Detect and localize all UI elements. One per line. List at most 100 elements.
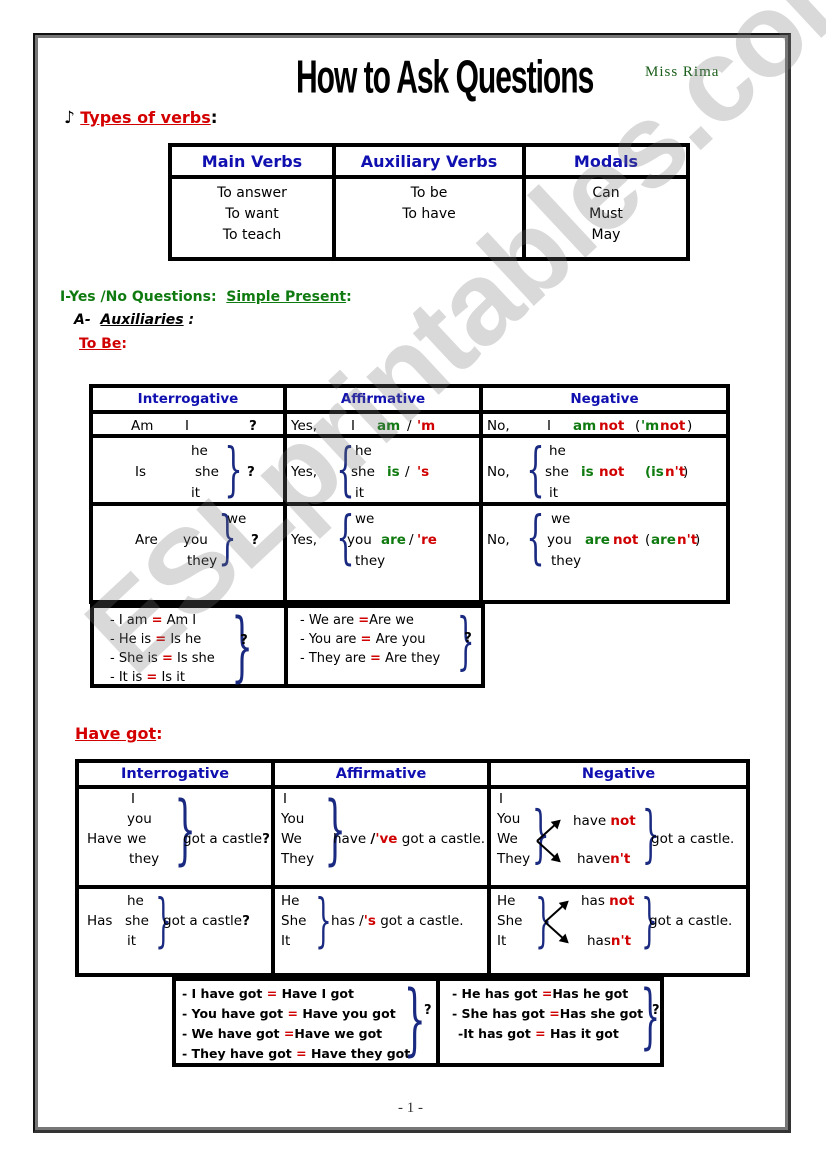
part-a-heading: A- Auxiliaries :	[74, 312, 194, 328]
paren-close: )	[683, 464, 689, 480]
inversion-line: - We are =Are we	[300, 613, 414, 628]
left-brace-icon: {	[526, 435, 545, 503]
subject: she	[351, 464, 375, 480]
colon: :	[156, 724, 163, 743]
full-form: is	[581, 464, 594, 480]
verb: Is	[135, 464, 147, 480]
types-of-verbs-heading: ♪ Types of verbs:	[64, 108, 218, 128]
music-note-icon: ♪	[64, 108, 75, 128]
right-brace-icon: }	[324, 784, 347, 873]
inversion-have: - I have got = Have I got - You have got…	[174, 979, 438, 1065]
subject: We	[497, 831, 518, 847]
short-are: are	[651, 532, 676, 548]
subject: they	[551, 553, 582, 569]
verb: Have	[87, 831, 122, 847]
question-mark: ?	[247, 464, 255, 480]
inversion-line: - It is = Is it	[110, 670, 185, 685]
short-form: 'm	[417, 418, 436, 434]
subject: you	[347, 532, 372, 548]
left-brace-icon: {	[526, 503, 545, 571]
list-item: To have	[402, 206, 456, 222]
short-not: not	[660, 418, 686, 434]
subject: he	[549, 443, 566, 459]
paren-open: (	[635, 418, 641, 434]
short-m: 'm	[641, 418, 660, 434]
list-item: To be	[410, 185, 448, 201]
have-got-label: Have got	[75, 724, 157, 743]
subject: It	[281, 933, 291, 949]
inversion-line: - He has got =Has he got	[452, 986, 629, 1001]
subject: they	[129, 851, 160, 867]
has-negative: He She It } has not hasn't } got a castl…	[489, 887, 748, 975]
row-am-affirmative: Yes, I am / 'm	[285, 412, 481, 436]
main-verbs-list: To answer To want To teach	[170, 177, 334, 259]
subject: we	[355, 511, 375, 527]
inversion-line: - She is = Is she	[110, 651, 215, 666]
not-word: not	[613, 532, 639, 548]
colon: :	[188, 312, 195, 328]
row-am-interrogative: Am I ?	[91, 412, 285, 436]
row-is-negative: No, { he she it is not (is n't )	[481, 436, 728, 504]
not-word: not	[599, 418, 625, 434]
right-brace-icon: }	[315, 886, 332, 954]
header-affirmative: Affirmative	[285, 386, 481, 412]
predicate: got a castle.	[651, 831, 735, 847]
inversion-line: - They are = Are they	[300, 651, 441, 666]
section-heading: I-Yes /No Questions: Simple Present:	[60, 289, 352, 305]
predicate: have /'ve got a castle.	[333, 831, 486, 847]
has-affirmative: He She It } has /'s got a castle.	[273, 887, 489, 975]
subject: she	[545, 464, 569, 480]
to-be-label: To Be	[79, 336, 122, 352]
colon: :	[121, 336, 127, 352]
inversion-line: - We have got =Have we got	[182, 1026, 383, 1041]
predicate: has /'s got a castle.	[331, 913, 464, 929]
verb: Am	[131, 418, 154, 434]
short-form: 's	[417, 464, 430, 480]
paren-close: )	[687, 418, 693, 434]
colon: :	[346, 289, 352, 305]
list-item: Must	[589, 206, 623, 222]
full-form: are	[381, 532, 406, 548]
subject: I	[499, 791, 503, 807]
subject: I	[185, 418, 189, 434]
row-are-affirmative: Yes, { we you they are / 're	[285, 504, 481, 602]
page-number: - 1 -	[398, 1100, 423, 1116]
question-mark: ?	[240, 632, 248, 648]
have-got-inversion-table: - I have got = Have I got - You have got…	[172, 977, 664, 1067]
row-is-interrogative: Is he she it } ?	[91, 436, 285, 504]
to-be-table: Interrogative Affirmative Negative Am I …	[89, 384, 730, 604]
has-interrogative: Has he she it } got a castle?	[77, 887, 273, 975]
subject: it	[191, 485, 201, 501]
subject: They	[497, 851, 531, 867]
auxiliary-verbs-list: To be To have	[334, 177, 524, 259]
paren-open: (	[645, 532, 651, 548]
simple-present-label: Simple Present	[226, 289, 347, 305]
subject: it	[549, 485, 559, 501]
no-label: No,	[487, 464, 510, 480]
row-are-negative: No, { we you they are not ( are n't )	[481, 504, 728, 602]
verb-types-table: Main Verbs Auxiliary Verbs Modals To ans…	[168, 143, 690, 261]
inversion-line: - They have got = Have they got	[182, 1046, 411, 1061]
subject: I	[351, 418, 355, 434]
header-negative: Negative	[481, 386, 728, 412]
short-negative: hasn't	[587, 933, 632, 949]
subject: They	[281, 851, 315, 867]
inversion-line: -It has got = Has it got	[458, 1026, 619, 1041]
subject: He	[281, 893, 300, 909]
right-brace-icon: }	[535, 886, 552, 954]
inversion-plural: - We are =Are we - You are = Are you - T…	[286, 606, 483, 686]
header-interrogative: Interrogative	[91, 386, 285, 412]
subject: we	[127, 831, 147, 847]
subject: You	[497, 811, 521, 827]
full-form: is	[387, 464, 400, 480]
subject: He	[497, 893, 516, 909]
header-negative: Negative	[489, 761, 748, 787]
inversion-line: - You have got = Have you got	[182, 1006, 396, 1021]
row-am-negative: No, I am not ( 'm not )	[481, 412, 728, 436]
to-be-heading: To Be:	[79, 336, 127, 352]
slash: /	[405, 464, 410, 480]
right-brace-icon: }	[403, 975, 426, 1065]
list-item: May	[591, 227, 621, 243]
no-label: No,	[487, 418, 510, 434]
author-name: Miss Rima	[645, 64, 720, 80]
